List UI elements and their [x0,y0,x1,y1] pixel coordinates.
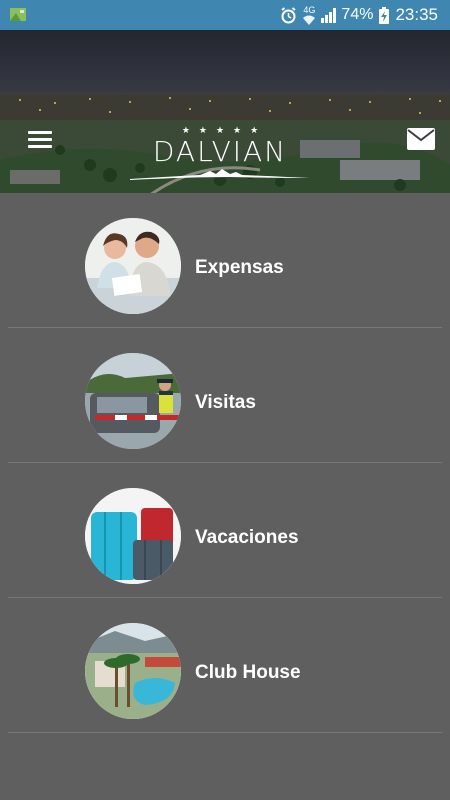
logo-mountain-swoosh [130,169,310,180]
wifi-icon [303,15,316,25]
mail-icon[interactable] [406,127,436,151]
battery-charging-icon [379,6,390,24]
brand-name: DALVIAN [152,135,288,168]
visitas-image [85,353,181,449]
club-house-image [85,623,181,719]
network-type-label: 4G [303,4,316,15]
network-type-indicator: 4G [303,4,316,25]
menu-item-expensas[interactable]: Expensas [0,193,450,328]
divider [8,732,442,733]
menu-item-label: Visitas [195,392,256,413]
status-bar: 4G 74% 23:35 [0,0,450,30]
logo-stars: ★★★★★ [181,125,268,135]
signal-icon [321,7,337,23]
notification-image-icon [10,8,26,21]
menu-item-label: Expensas [195,257,284,278]
alarm-icon [280,6,297,24]
brand-logo: ★★★★★ DALVIAN [130,125,310,193]
header-banner: ★★★★★ DALVIAN [0,30,450,193]
menu-item-label: Vacaciones [195,527,299,548]
expensas-image [85,218,181,314]
main-menu-list: Expensas Visitas Vacaciones Club House [0,193,450,733]
menu-item-label: Club House [195,662,301,683]
battery-percent: 74% [341,6,374,23]
vacaciones-image [85,488,181,584]
menu-item-vacaciones[interactable]: Vacaciones [0,463,450,598]
menu-item-visitas[interactable]: Visitas [0,328,450,463]
clock: 23:35 [395,5,438,24]
menu-item-club-house[interactable]: Club House [0,598,450,733]
hamburger-menu-icon[interactable] [28,131,52,149]
